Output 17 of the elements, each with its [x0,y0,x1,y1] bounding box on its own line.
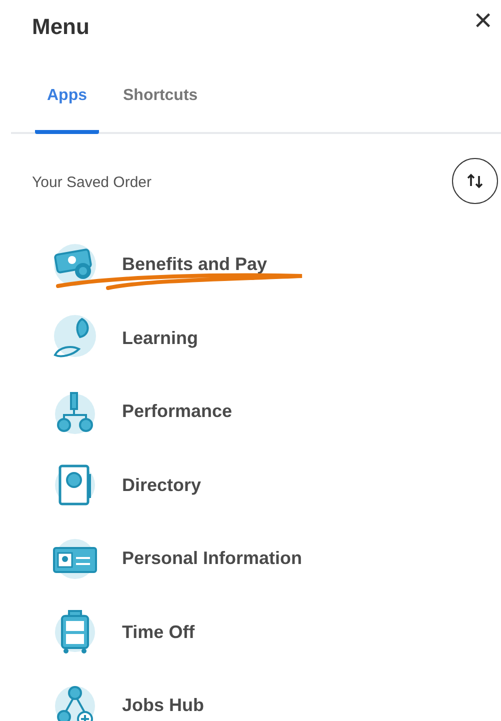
app-link[interactable]: Directory [122,472,202,499]
app-link[interactable]: Personal Information [122,545,302,572]
app-link[interactable]: Time Off [122,618,195,646]
app-link[interactable]: Performance [122,398,232,426]
wallet-icon [52,242,98,288]
app-link[interactable]: Benefits and Pay [122,251,268,278]
sort-arrows-icon [467,172,483,190]
section-label: Your Saved Order [32,173,152,193]
close-button[interactable]: ✕ [473,10,493,34]
app-link[interactable]: Jobs Hub [122,692,204,720]
suitcase-icon [52,609,98,656]
sort-button[interactable] [452,158,498,204]
tab[interactable]: Shortcuts [111,84,210,134]
address-book-icon [52,462,98,508]
menu-title: Menu [32,13,90,41]
tab[interactable]: Apps [35,84,99,134]
app-link[interactable]: Learning [122,324,198,352]
